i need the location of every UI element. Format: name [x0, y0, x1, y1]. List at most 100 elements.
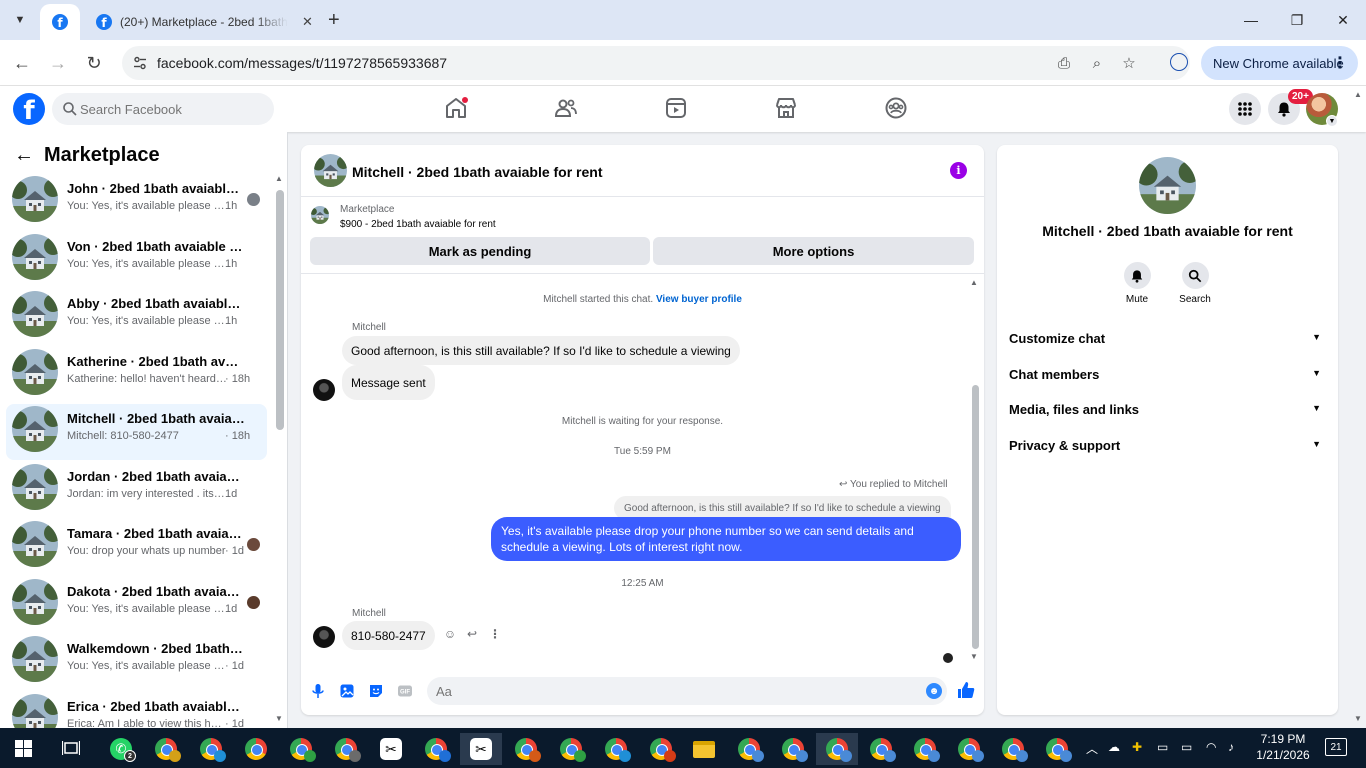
- reload-button[interactable]: ↻: [82, 51, 106, 75]
- scroll-down-arrow-icon[interactable]: ▼: [1354, 714, 1362, 723]
- taskbar-chrome-profile[interactable]: [415, 733, 457, 765]
- more-actions-icon[interactable]: ⋮: [488, 627, 502, 641]
- sender-avatar[interactable]: [313, 626, 335, 648]
- bookmark-star-icon[interactable]: ☆: [1120, 54, 1138, 72]
- taskbar-chrome-profile[interactable]: [816, 733, 858, 765]
- reply-icon[interactable]: ↩: [465, 627, 479, 641]
- taskbar-file-explorer[interactable]: [683, 733, 725, 765]
- profile-icon[interactable]: [1170, 53, 1188, 71]
- taskbar-chrome-profile[interactable]: [948, 733, 990, 765]
- incoming-message[interactable]: Good afternoon, is this still available?…: [342, 336, 740, 365]
- conversation-item[interactable]: Walkemdown · 2bed 1bath avaiable for ren…: [6, 634, 267, 690]
- conversation-item[interactable]: Dakota · 2bed 1bath avaiable for rent You…: [6, 577, 267, 633]
- react-emoji-icon[interactable]: ☺: [443, 627, 457, 641]
- info-section-customize-chat[interactable]: Customize chat ▼: [1003, 323, 1331, 353]
- conversation-item[interactable]: Erica · 2bed 1bath avaiable for rent Eric…: [6, 692, 267, 728]
- battery-icon[interactable]: ▭: [1181, 740, 1192, 754]
- photo-icon[interactable]: [339, 683, 355, 699]
- task-view-icon[interactable]: [62, 740, 80, 756]
- groups-icon[interactable]: [884, 96, 908, 120]
- back-arrow-icon[interactable]: ←: [14, 144, 34, 167]
- conversation-item[interactable]: Von · 2bed 1bath avaiable for rent You: Y…: [6, 232, 267, 288]
- conversation-item[interactable]: John · 2bed 1bath avaiable for rent You: …: [6, 174, 267, 230]
- taskbar-whatsapp[interactable]: ✆ 2: [100, 733, 142, 765]
- taskbar-chrome-profile[interactable]: [640, 733, 682, 765]
- friends-icon[interactable]: [554, 96, 578, 120]
- wifi-icon[interactable]: ◠: [1206, 740, 1216, 754]
- taskbar-chrome-profile[interactable]: [505, 733, 547, 765]
- install-app-icon[interactable]: ⎙: [1055, 54, 1073, 72]
- scroll-down-arrow-icon[interactable]: ▼: [970, 652, 978, 661]
- info-section-privacy-support[interactable]: Privacy & support ▼: [1003, 430, 1331, 460]
- taskbar-chrome-profile[interactable]: [145, 733, 187, 765]
- mark-as-pending-button[interactable]: Mark as pending: [310, 237, 650, 265]
- scroll-up-arrow-icon[interactable]: ▲: [275, 174, 283, 183]
- taskbar-chrome-profile[interactable]: [992, 733, 1034, 765]
- forward-button[interactable]: →: [46, 51, 70, 75]
- outgoing-message[interactable]: Yes, it's available please drop your pho…: [491, 517, 961, 561]
- chat-title[interactable]: Mitchell · 2bed 1bath avaiable for rent: [352, 164, 603, 180]
- listing-thumbnail[interactable]: [314, 154, 347, 187]
- chrome-menu-icon[interactable]: ⋮: [1332, 53, 1348, 73]
- facebook-search-box[interactable]: [52, 93, 274, 125]
- camera-icon[interactable]: ▭: [1157, 740, 1168, 754]
- tab-marketplace[interactable]: f (20+) Marketplace - 2bed 1bath avaiabl…: [86, 4, 320, 40]
- conversation-info-icon[interactable]: i: [950, 162, 967, 179]
- taskbar-chrome-profile[interactable]: [190, 733, 232, 765]
- close-window-button[interactable]: ✕: [1320, 8, 1366, 32]
- listing-large-thumbnail[interactable]: [1139, 157, 1196, 214]
- chevron-down-icon[interactable]: ▼: [1326, 115, 1338, 127]
- conversation-item[interactable]: Mitchell · 2bed 1bath avaiable for rent M…: [6, 404, 267, 460]
- more-options-button[interactable]: More options: [653, 237, 974, 265]
- listing-description[interactable]: $900 - 2bed 1bath avaiable for rent: [340, 219, 496, 230]
- tab-pinned-facebook[interactable]: f: [40, 4, 80, 40]
- windows-start-icon[interactable]: [15, 740, 32, 757]
- minimize-button[interactable]: —: [1228, 8, 1274, 32]
- conversation-item[interactable]: Katherine · 2bed 1bath avaiable for rent…: [6, 347, 267, 403]
- microphone-icon[interactable]: [310, 683, 326, 699]
- message-composer[interactable]: ☻: [427, 677, 947, 705]
- sticker-icon[interactable]: [368, 683, 384, 699]
- taskbar-chrome-profile[interactable]: [325, 733, 367, 765]
- back-button[interactable]: ←: [10, 51, 34, 75]
- new-tab-button[interactable]: +: [328, 10, 340, 30]
- zoom-icon[interactable]: ⌕: [1088, 54, 1106, 72]
- search-in-chat-button[interactable]: Search: [1165, 262, 1225, 305]
- scroll-up-arrow-icon[interactable]: ▲: [1354, 90, 1362, 99]
- taskbar-chrome-profile[interactable]: [904, 733, 946, 765]
- conversation-item[interactable]: Tamara · 2bed 1bath avaiable for rent You…: [6, 519, 267, 575]
- taskbar-chrome-profile[interactable]: [595, 733, 637, 765]
- video-icon[interactable]: [664, 96, 688, 120]
- search-input[interactable]: [80, 93, 270, 125]
- info-section-chat-members[interactable]: Chat members ▼: [1003, 359, 1331, 389]
- emoji-icon[interactable]: ☻: [926, 683, 942, 699]
- taskbar-chrome[interactable]: [235, 733, 277, 765]
- mute-button[interactable]: Mute: [1107, 262, 1167, 305]
- taskbar-clock[interactable]: 7:19 PM 1/21/2026: [1252, 731, 1314, 763]
- scroll-down-arrow-icon[interactable]: ▼: [275, 714, 283, 723]
- marketplace-icon[interactable]: [774, 96, 798, 120]
- taskbar-chrome-profile[interactable]: [550, 733, 592, 765]
- site-info-icon[interactable]: [132, 55, 148, 71]
- updates-icon[interactable]: ✚: [1132, 740, 1142, 754]
- message-input[interactable]: [436, 677, 916, 705]
- new-chrome-available-button[interactable]: New Chrome available ⋮: [1201, 46, 1358, 80]
- scroll-up-arrow-icon[interactable]: ▲: [970, 278, 978, 287]
- menu-grid-button[interactable]: [1229, 93, 1261, 125]
- taskbar-capcut[interactable]: ✂: [370, 733, 412, 765]
- info-section-media-files-and-links[interactable]: Media, files and links ▼: [1003, 394, 1331, 424]
- conversation-item[interactable]: Abby · 2bed 1bath avaiable for rent You: …: [6, 289, 267, 345]
- facebook-logo-icon[interactable]: f: [13, 93, 45, 125]
- taskbar-capcut[interactable]: ✂: [460, 733, 502, 765]
- sender-avatar[interactable]: [313, 379, 335, 401]
- volume-icon[interactable]: ♪: [1228, 740, 1234, 754]
- taskbar-chrome-profile[interactable]: [728, 733, 770, 765]
- address-bar[interactable]: facebook.com/messages/t/1197278565933687…: [122, 46, 1190, 80]
- taskbar-chrome-profile[interactable]: [772, 733, 814, 765]
- view-buyer-profile-link[interactable]: View buyer profile: [656, 294, 742, 305]
- chat-scrollbar[interactable]: [972, 385, 979, 649]
- gif-icon[interactable]: GIF: [397, 683, 413, 699]
- conversation-item[interactable]: Jordan · 2bed 1bath avaiable for rent Jor…: [6, 462, 267, 518]
- show-hidden-icons-icon[interactable]: ︿: [1086, 740, 1098, 757]
- thumbs-up-icon[interactable]: [957, 681, 975, 699]
